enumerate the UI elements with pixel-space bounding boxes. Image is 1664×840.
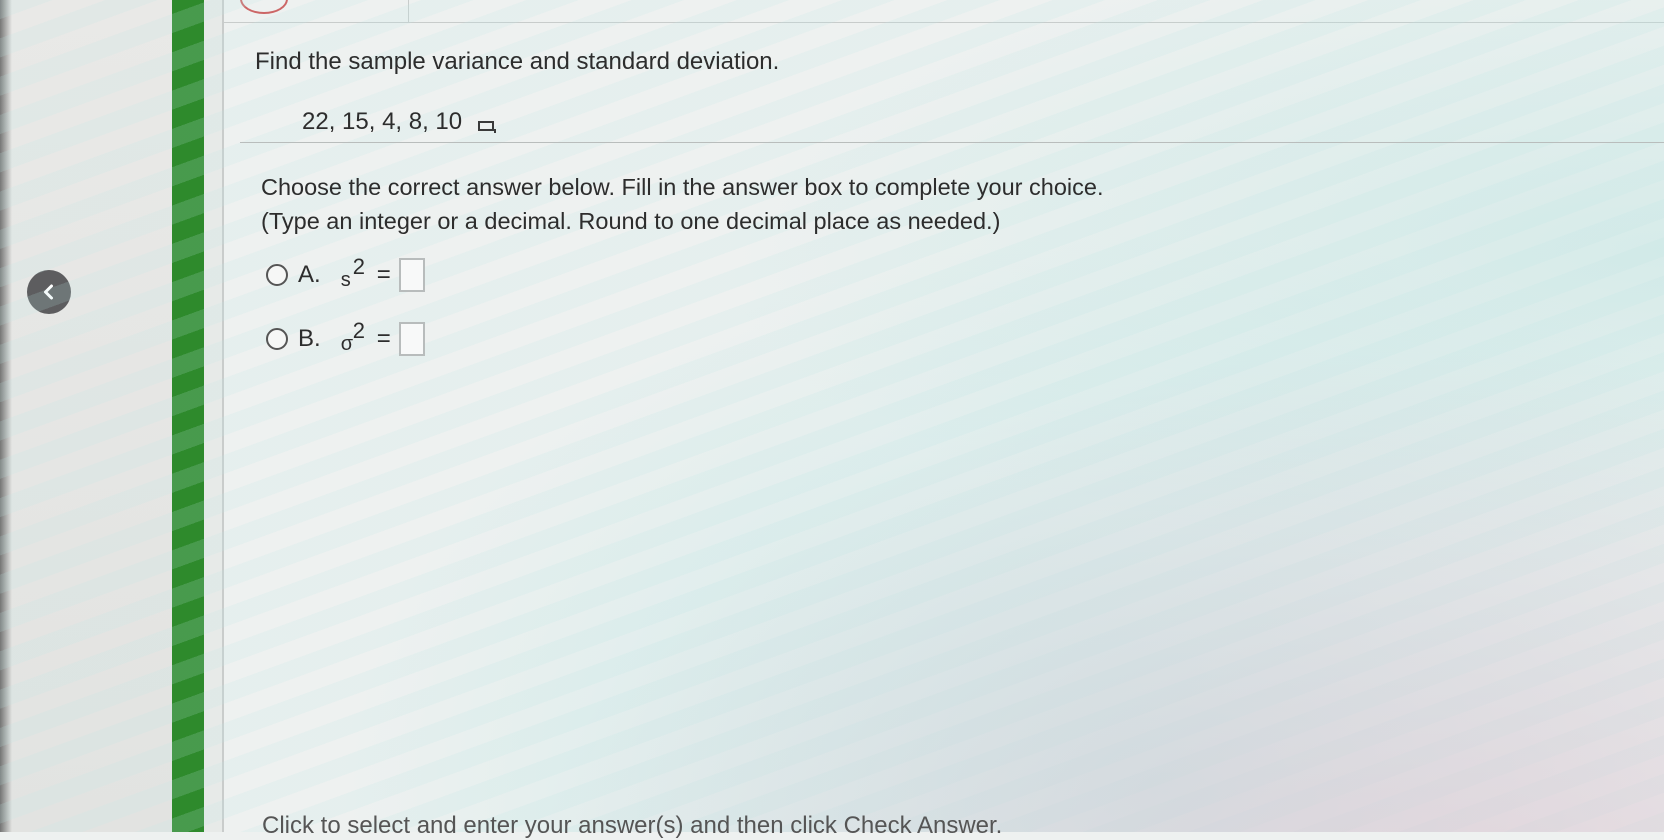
choice-b-equals: = — [376, 325, 391, 352]
choice-a-symbol: s 2 — [340, 254, 371, 292]
choice-a-base: s — [340, 269, 351, 291]
left-panel — [0, 0, 172, 832]
choice-b-base: σ — [340, 333, 354, 355]
instructions-line-1: Choose the correct answer below. Fill in… — [261, 174, 1104, 200]
footer-hint: Click to select and enter your answer(s)… — [262, 812, 1003, 839]
accent-bar — [172, 0, 204, 832]
copy-data-icon[interactable] — [478, 114, 498, 133]
instructions-line-2: (Type an integer or a decimal. Round to … — [261, 208, 1001, 234]
top-strip — [222, 0, 1664, 23]
choice-b[interactable]: B. σ 2 = — [266, 318, 425, 356]
choice-b-letter: B. — [298, 325, 321, 352]
screen-edge-shadow — [0, 0, 12, 832]
content-gutter — [204, 0, 224, 832]
choice-a-exponent: 2 — [352, 254, 365, 279]
choice-a-letter: A. — [298, 261, 321, 288]
choice-b-symbol: σ 2 — [340, 318, 371, 356]
choice-a[interactable]: A. s 2 = — [266, 254, 425, 292]
choice-b-radio[interactable] — [266, 328, 288, 350]
choice-a-answer-box[interactable] — [398, 258, 425, 292]
question-text: Find the sample variance and standard de… — [255, 48, 780, 75]
screen-tint — [0, 0, 1664, 832]
instructions: Choose the correct answer below. Fill in… — [261, 170, 1104, 238]
choice-b-exponent: 2 — [352, 318, 365, 343]
section-divider — [240, 142, 1664, 143]
top-divider — [408, 0, 409, 22]
choice-b-answer-box[interactable] — [398, 322, 425, 356]
back-button[interactable] — [27, 270, 71, 314]
data-values-row: 22, 15, 4, 8, 10 — [302, 108, 498, 136]
choice-a-radio[interactable] — [266, 264, 288, 286]
choice-a-equals: = — [376, 261, 391, 288]
chevron-left-icon — [44, 284, 53, 300]
data-values: 22, 15, 4, 8, 10 — [302, 108, 463, 135]
